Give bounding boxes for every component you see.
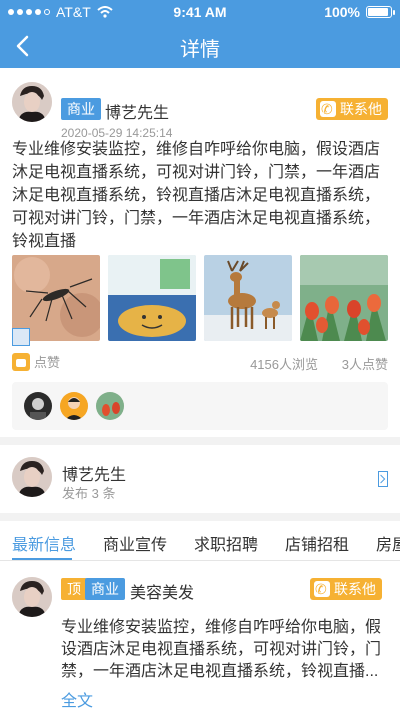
author-card[interactable]: 博艺先生 发布 3 条 <box>0 445 400 513</box>
contact-label: 联系他 <box>340 101 382 117</box>
read-more-link[interactable]: 全文 <box>61 687 93 711</box>
post-count: 发布 3 条 <box>62 486 116 501</box>
phone-icon <box>320 98 336 120</box>
view-count: 4156人浏览 <box>250 357 318 372</box>
list-item[interactable]: 顶 商业 美容美发 联系他 专业维修安装监控，维修自咋呼给你电脑，假设酒店沐足电… <box>0 569 400 711</box>
like-button[interactable]: 点赞 <box>12 352 60 371</box>
battery-label: 100% <box>324 4 360 20</box>
category-tabs: 最新信息 商业宣传 求职招聘 店铺招租 房屋 <box>0 521 400 561</box>
item-body: 专业维修安装监控，维修自咋呼给你电脑，假设酒店沐足电视直播系统，可视对讲门铃，门… <box>61 619 382 680</box>
photo-tulips[interactable] <box>300 255 388 341</box>
author-name: 博艺先生 <box>62 467 127 484</box>
tab-jobs[interactable]: 求职招聘 <box>194 531 258 555</box>
like-count: 3人点赞 <box>341 357 388 372</box>
status-right: 100% <box>324 4 395 20</box>
category-tag: 商业 <box>85 578 125 600</box>
app-header: AT&T 9:41 AM 100% 详情 <box>0 0 400 68</box>
liker-avatar[interactable] <box>96 392 124 420</box>
page-title: 详情 <box>180 39 220 61</box>
likers-list <box>12 382 388 430</box>
photo-grid <box>12 255 388 343</box>
tab-housing[interactable]: 房屋 <box>376 531 400 555</box>
like-row: 点赞 4156人浏览 3人点赞 <box>12 352 388 372</box>
contact-button[interactable]: 联系他 <box>310 578 382 600</box>
section-divider <box>0 437 400 445</box>
tab-shop-rental[interactable]: 店铺招租 <box>285 531 349 555</box>
post-header: 商业 博艺先生 2020-05-29 14:25:14 联系他 <box>12 82 388 140</box>
like-label: 点赞 <box>34 355 61 370</box>
tab-business[interactable]: 商业宣传 <box>103 531 167 555</box>
pinned-tag: 顶 <box>61 578 87 600</box>
avatar[interactable] <box>12 457 52 497</box>
status-bar: AT&T 9:41 AM 100% <box>0 0 400 24</box>
contact-label: 联系他 <box>334 581 376 597</box>
photo-deer[interactable] <box>204 255 292 341</box>
title-bar: 详情 <box>0 24 400 68</box>
liker-avatar[interactable] <box>60 392 88 420</box>
photo-room[interactable] <box>108 255 196 341</box>
item-title: 美容美发 <box>130 585 195 602</box>
avatar[interactable] <box>12 82 52 122</box>
phone-icon <box>314 578 330 600</box>
liker-avatar[interactable] <box>24 392 52 420</box>
section-divider <box>0 513 400 521</box>
active-tab-indicator <box>12 558 72 560</box>
contact-button[interactable]: 联系他 <box>316 98 388 120</box>
post-body: 专业维修安装监控，维修自咋呼给你电脑，假设酒店沐足电视直播系统，可视对讲门铃，门… <box>12 141 381 250</box>
tab-latest[interactable]: 最新信息 <box>12 531 76 555</box>
thumbs-up-icon <box>12 352 30 371</box>
image-placeholder-icon <box>12 328 30 346</box>
avatar[interactable] <box>12 577 52 617</box>
chevron-right-icon[interactable] <box>378 471 388 487</box>
category-tag: 商业 <box>61 98 101 120</box>
battery-icon <box>366 6 395 18</box>
author-name[interactable]: 博艺先生 <box>105 99 169 123</box>
